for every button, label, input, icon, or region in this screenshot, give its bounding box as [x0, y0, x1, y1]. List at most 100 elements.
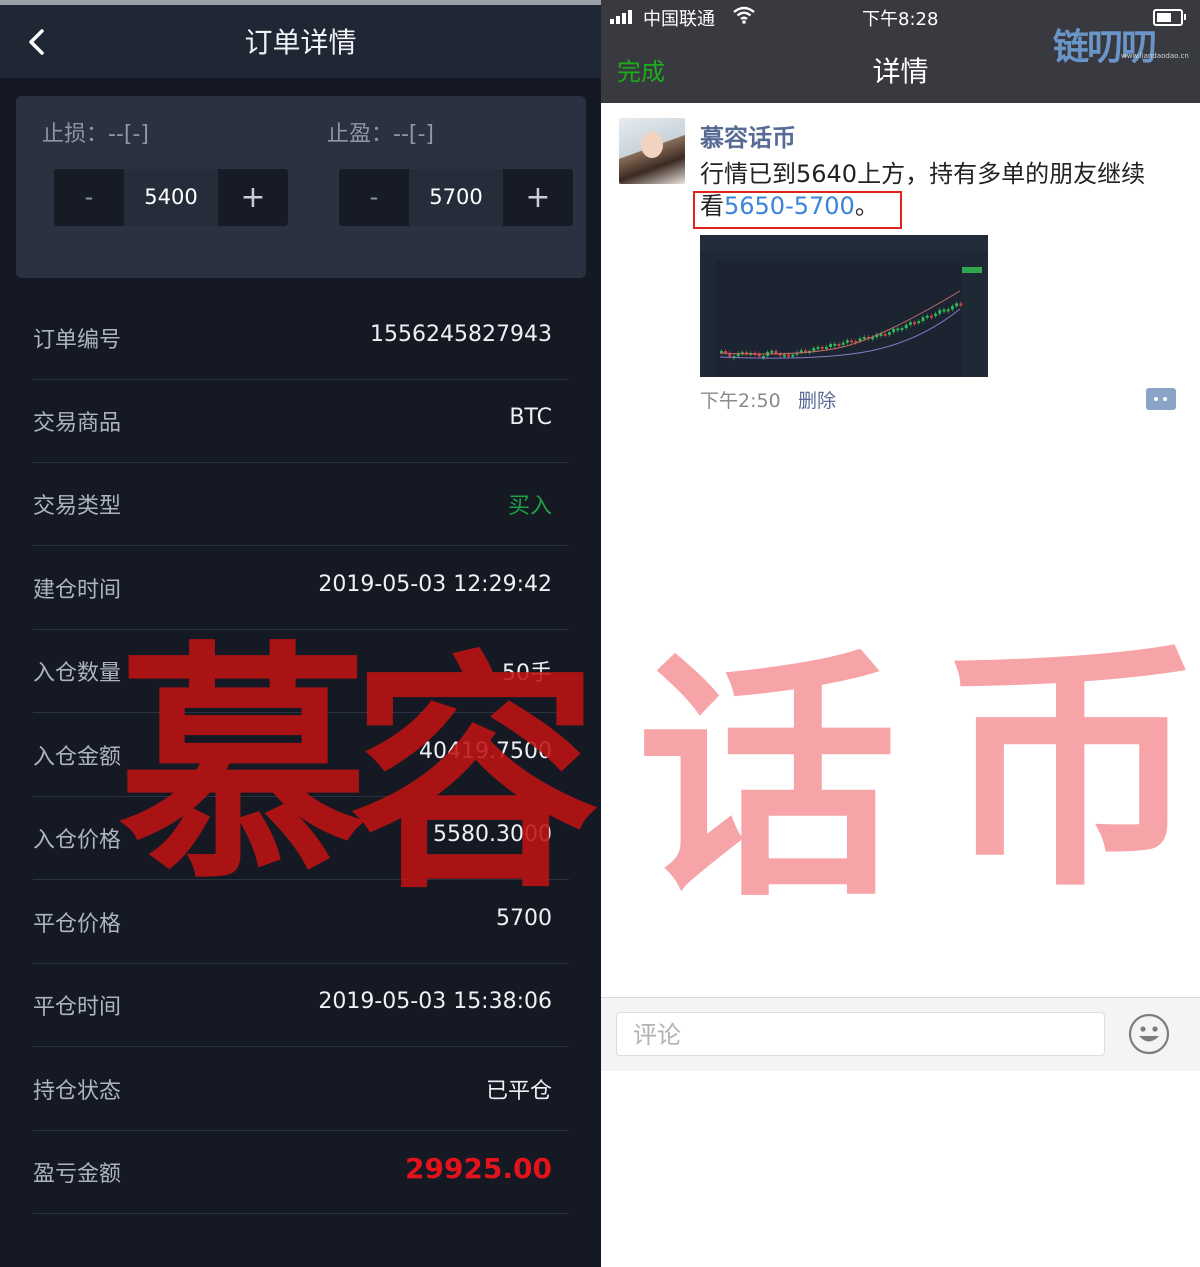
thumb-candle-body	[774, 350, 778, 354]
stop-loss-minus-button[interactable]: -	[54, 169, 124, 226]
thumb-candle-body	[820, 346, 824, 349]
thumb-candle-body	[921, 317, 925, 322]
thumb-candle-body	[833, 343, 837, 346]
row-label: 入仓金额	[33, 745, 122, 770]
trade-type-badge: 买入	[507, 494, 552, 519]
header-bar: 订单详情	[0, 5, 601, 78]
thumb-candle-body	[909, 322, 912, 325]
thumb-candle-body	[917, 321, 921, 324]
thumb-candle-body	[858, 338, 862, 342]
thumb-candle-body	[812, 348, 816, 351]
thumb-candle-body	[892, 328, 895, 333]
poster-name[interactable]: 慕容话币	[700, 118, 796, 153]
thumb-candle-body	[913, 322, 916, 325]
thumb-candle-body	[850, 340, 853, 343]
row-label: 盈亏金额	[33, 1162, 122, 1187]
thumb-candle-body	[951, 306, 954, 310]
row-value: BTC	[509, 405, 552, 430]
thumb-candle-body	[841, 342, 845, 345]
row-label: 平仓时间	[33, 995, 122, 1020]
row-value: 已平仓	[485, 1079, 552, 1104]
status-time: 下午8:28	[862, 9, 939, 30]
phone-top-bar: 中国联通 下午8:28 完成 详情 链叨叨 www.liandaodao.cn	[601, 0, 1200, 103]
thumb-candle-body	[862, 336, 866, 339]
take-profit-minus-button[interactable]: -	[339, 169, 409, 226]
wifi-icon	[733, 6, 755, 24]
thumb-candle-body	[816, 346, 820, 349]
row-profit-loss: 盈亏金额 29925.00	[33, 1130, 569, 1214]
page-title: 订单详情	[244, 26, 357, 59]
thumb-candle-body	[938, 310, 942, 314]
row-label: 持仓状态	[33, 1079, 122, 1104]
comment-input-bar: 评论	[601, 997, 1200, 1071]
avatar[interactable]	[619, 118, 685, 184]
stop-loss-label: 止损：--[-]	[42, 122, 149, 147]
thumb-candle-body	[846, 340, 849, 343]
site-logo-url: www.liandaodao.cn	[1121, 52, 1189, 60]
row-value: 2019-05-03 15:38:06	[318, 989, 552, 1014]
post-time: 下午2:50	[700, 390, 781, 412]
thumb-candle-body	[955, 303, 958, 307]
site-logo: 链叨叨	[1053, 27, 1157, 68]
thumb-candle-body	[900, 328, 904, 331]
emoji-button[interactable]	[1128, 1013, 1170, 1055]
thumb-candle-body	[883, 333, 887, 336]
take-profit-stepper: - 5700 +	[339, 169, 573, 226]
row-label: 订单编号	[33, 328, 122, 353]
thumb-candle-body	[904, 324, 908, 329]
thumb-candle-body	[942, 309, 946, 312]
watermark-char-bi: 币	[941, 617, 1200, 922]
thumb-candle-body	[930, 315, 933, 318]
thumb-candle-body	[888, 332, 891, 335]
row-label: 平仓价格	[33, 912, 122, 937]
stop-loss-value[interactable]: 5400	[124, 169, 218, 226]
chart-screenshot-thumbnail[interactable]	[700, 235, 988, 377]
stop-loss-take-profit-card: 止损：--[-] 止盈：--[-] - 5400 + - 5700 +	[16, 96, 586, 278]
watermark-char-hua: 话	[637, 627, 897, 932]
highlight-box	[693, 191, 902, 229]
battery-icon	[1153, 9, 1186, 26]
row-order-id: 订单编号 1556245827943	[33, 296, 569, 380]
take-profit-label: 止盈：--[-]	[327, 122, 434, 147]
row-label: 建仓时间	[33, 578, 122, 603]
row-value: 1556245827943	[370, 322, 552, 347]
thumb-candle-body	[934, 313, 937, 317]
thumb-candle-body	[770, 350, 774, 353]
watermark-char-mu: 慕	[118, 618, 368, 912]
thumb-candle-body	[837, 343, 841, 346]
thumb-candle-body	[896, 328, 900, 331]
comment-input[interactable]: 评论	[616, 1012, 1105, 1056]
thumb-candle-body	[925, 315, 929, 318]
row-product: 交易商品 BTC	[33, 379, 569, 463]
watermark-char-rong: 容	[350, 628, 600, 922]
stop-loss-stepper: - 5400 +	[54, 169, 288, 226]
take-profit-plus-button[interactable]: +	[503, 169, 573, 226]
thumb-candle-body	[791, 354, 795, 357]
post-line-1: 行情已到5640上方，持有多单的朋友继续	[700, 160, 1146, 188]
thumb-candle-body	[959, 303, 963, 306]
row-trade-type: 交易类型 买入	[33, 462, 569, 546]
order-detail-panel: 订单详情 止损：--[-] 止盈：--[-] - 5400 + - 5700 +…	[0, 0, 601, 1267]
row-label: 入仓数量	[33, 661, 122, 686]
stop-loss-plus-button[interactable]: +	[218, 169, 288, 226]
profit-amount: 29925.00	[404, 1152, 552, 1185]
row-value: 2019-05-03 12:29:42	[318, 572, 552, 597]
row-label: 交易商品	[33, 411, 122, 436]
row-position-status: 持仓状态 已平仓	[33, 1047, 569, 1131]
signal-icon	[610, 10, 638, 24]
comment-action-icon[interactable]	[1146, 388, 1176, 410]
thumb-candle-body	[787, 354, 790, 357]
delete-link[interactable]: 删除	[798, 386, 836, 413]
wechat-moment-detail: 中国联通 下午8:28 完成 详情 链叨叨 www.liandaodao.cn …	[601, 0, 1200, 1267]
smiley-icon	[1128, 1013, 1170, 1055]
take-profit-value[interactable]: 5700	[409, 169, 503, 226]
thumb-candle-body	[799, 350, 803, 353]
thumb-candle-body	[946, 309, 950, 312]
candlestick-chart-image	[700, 235, 988, 377]
thumb-candle-body	[825, 346, 828, 349]
row-label: 交易类型	[33, 494, 122, 519]
thumb-candle-body	[829, 344, 832, 347]
thumb-candle-body	[783, 354, 786, 357]
carrier-name: 中国联通	[643, 9, 715, 30]
row-label: 入仓价格	[33, 828, 122, 853]
